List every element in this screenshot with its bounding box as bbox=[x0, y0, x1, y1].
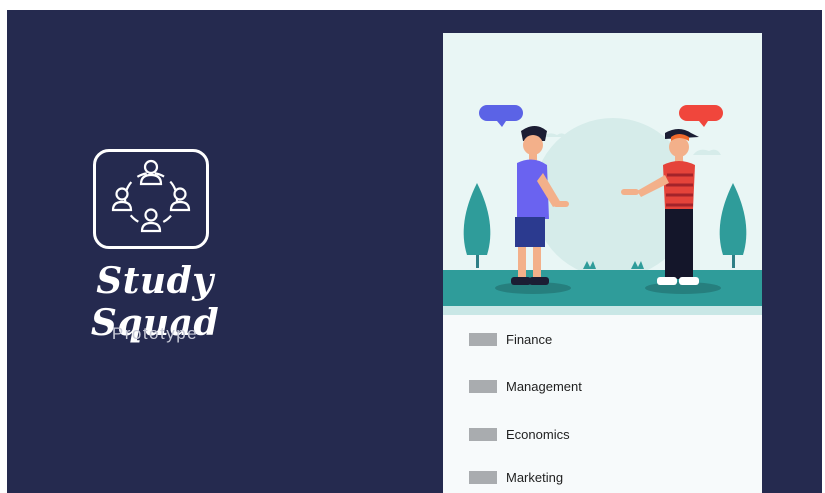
placeholder-rect-icon bbox=[469, 470, 497, 484]
tree-right-icon bbox=[719, 183, 747, 268]
list-item-economics[interactable]: Economics bbox=[469, 423, 570, 445]
list-item-management[interactable]: Management bbox=[469, 375, 582, 397]
hero-illustration bbox=[443, 33, 762, 315]
group-circle-icon bbox=[111, 159, 191, 233]
list-item-finance[interactable]: Finance bbox=[469, 328, 552, 350]
list-item-label: Finance bbox=[506, 331, 553, 347]
list-item-marketing[interactable]: Marketing bbox=[469, 466, 563, 488]
study-group-logo-icon bbox=[93, 149, 209, 249]
app-subtitle: Prototype bbox=[111, 324, 199, 343]
speech-bubble-left-icon bbox=[479, 105, 523, 127]
speech-bubble-right-icon bbox=[679, 105, 723, 127]
two-students-talking-illustration bbox=[443, 105, 762, 315]
list-item-label: Marketing bbox=[506, 469, 564, 485]
placeholder-rect-icon bbox=[469, 332, 497, 346]
placeholder-rect-icon bbox=[469, 427, 497, 441]
tree-left-icon bbox=[463, 183, 491, 268]
list-item-label: Management bbox=[506, 378, 582, 394]
app-canvas: Study Squad Prototype Finance Management… bbox=[7, 10, 822, 493]
list-item-label: Economics bbox=[506, 426, 570, 442]
placeholder-rect-icon bbox=[469, 379, 497, 393]
prototype-screen: Finance Management Economics Marketing bbox=[443, 33, 762, 493]
